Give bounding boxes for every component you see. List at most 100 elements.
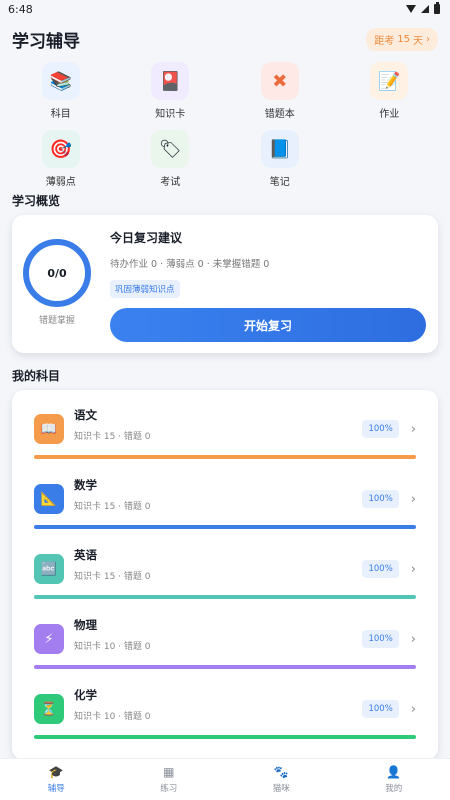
- page-title: 学习辅导: [12, 31, 80, 52]
- signal-icon: [421, 5, 429, 13]
- hourglass-icon: ⏳: [34, 694, 64, 724]
- subject-text: 数学知识卡 15 · 错题 0: [74, 478, 362, 512]
- subject-name: 物理: [74, 617, 97, 632]
- quick-item-5[interactable]: 🏷 考试: [116, 128, 226, 190]
- overview-main: 今日复习建议 待办作业 0 · 薄弱点 0 · 未掌握错题 0 巩固薄弱知识点 …: [110, 229, 426, 353]
- tab-label: 辅导: [47, 784, 65, 794]
- person-icon: 👤: [386, 765, 402, 779]
- header: 学习辅导 距考 15 天 ›: [0, 18, 450, 60]
- subject-name: 化学: [74, 687, 97, 702]
- quick-item-label: 笔记: [269, 177, 290, 188]
- review-summary: 待办作业 0 · 薄弱点 0 · 未掌握错题 0: [110, 259, 270, 270]
- battery-icon: [434, 2, 440, 14]
- mastery-value: 0/0: [47, 266, 67, 280]
- bar-chart-icon: ▦: [163, 765, 175, 779]
- start-review-button[interactable]: 开始复习: [110, 308, 426, 342]
- memo-icon: 📝: [370, 62, 409, 100]
- mastery-label: 错题掌握: [38, 316, 75, 326]
- exam-countdown-badge[interactable]: 距考 15 天 ›: [366, 27, 438, 51]
- tab-label: 练习: [160, 784, 178, 794]
- subject-text: 物理知识卡 10 · 错题 0: [74, 618, 362, 652]
- quick-item-label: 薄弱点: [45, 177, 76, 188]
- quick-item-label: 考试: [160, 177, 181, 188]
- tag-icon: 🏷: [151, 130, 190, 168]
- review-suggestion-title: 今日复习建议: [110, 231, 183, 245]
- quick-item-label: 作业: [379, 109, 400, 120]
- subject-name: 语文: [74, 407, 97, 422]
- tab-1[interactable]: ▦ 练习: [113, 759, 226, 800]
- subject-progress-badge: 100%: [362, 630, 399, 648]
- notebook-icon: 📘: [260, 130, 299, 168]
- tab-2[interactable]: 🐾 猫咪: [225, 759, 338, 800]
- subject-progress-badge: 100%: [362, 560, 399, 578]
- bottom-tab-bar: 🎓 辅导 ▦ 练习 🐾 猫咪 👤 我的: [0, 758, 450, 800]
- tab-0[interactable]: 🎓 辅导: [0, 759, 113, 800]
- flashcard-icon: 🎴: [151, 62, 190, 100]
- subject-row[interactable]: 📐 数学 知识卡 15 · 错题 0 100% ›: [34, 460, 416, 530]
- quick-access-grid: 📚 科目 🎴 知识卡 ✖ 错题本 📝 作业 🎯 薄弱点 🏷 考试 📘 笔记: [0, 60, 450, 190]
- subject-progress-bar: [34, 665, 416, 669]
- tab-3[interactable]: 👤 我的: [338, 759, 450, 800]
- chevron-right-icon: ›: [410, 701, 416, 717]
- quick-item-label: 知识卡: [155, 109, 186, 120]
- subject-meta: 知识卡 10 · 错题 0: [74, 711, 151, 722]
- chevron-right-icon: ›: [410, 631, 416, 647]
- subject-progress-bar: [34, 735, 416, 739]
- subjects-card: 📖 语文 知识卡 15 · 错题 0 100% › 📐 数学 知识卡 15 · 错题 0 100…: [12, 390, 438, 760]
- quick-item-label: 科目: [50, 109, 71, 120]
- status-time: 6:48: [8, 2, 33, 16]
- chevron-right-icon: ›: [426, 33, 430, 45]
- subject-progress-badge: 100%: [362, 420, 399, 438]
- subject-progress-bar: [34, 455, 416, 459]
- mastery-ring-wrap: 0/0 错题掌握: [22, 229, 92, 353]
- status-icons: [406, 2, 440, 14]
- subject-meta: 知识卡 15 · 错题 0: [74, 501, 151, 512]
- subject-progress-bar: [34, 525, 416, 529]
- exam-prefix: 距考: [374, 35, 395, 47]
- subject-meta: 知识卡 15 · 错题 0: [74, 431, 151, 442]
- target-icon: 🎯: [41, 130, 80, 168]
- subject-text: 语文知识卡 15 · 错题 0: [74, 408, 362, 442]
- chevron-right-icon: ›: [410, 421, 416, 437]
- lightning-icon: ⚡: [34, 624, 64, 654]
- open-book-icon: 📖: [34, 414, 64, 444]
- quick-item-3[interactable]: 📝 作业: [335, 60, 445, 122]
- subjects-section-title: 我的科目: [12, 369, 61, 383]
- mastery-ring: 0/0: [23, 239, 91, 307]
- chevron-right-icon: ›: [410, 491, 416, 507]
- subject-meta: 知识卡 10 · 错题 0: [74, 641, 151, 652]
- graduation-cap-icon: 🎓: [48, 765, 64, 779]
- quick-item-0[interactable]: 📚 科目: [6, 60, 116, 122]
- quick-item-label: 错题本: [264, 109, 295, 120]
- books-icon: 📚: [41, 62, 80, 100]
- ruler-triangle-icon: 📐: [34, 484, 64, 514]
- chevron-right-icon: ›: [410, 561, 416, 577]
- overview-card: 0/0 错题掌握 今日复习建议 待办作业 0 · 薄弱点 0 · 未掌握错题 0…: [12, 215, 438, 353]
- quick-item-4[interactable]: 🎯 薄弱点: [6, 128, 116, 190]
- tab-label: 我的: [385, 784, 403, 794]
- subject-meta: 知识卡 15 · 错题 0: [74, 571, 151, 582]
- subject-text: 英语知识卡 15 · 错题 0: [74, 548, 362, 582]
- cross-icon: ✖: [260, 62, 299, 100]
- focus-tag[interactable]: 巩固薄弱知识点: [110, 280, 180, 298]
- subject-row[interactable]: 🔤 英语 知识卡 15 · 错题 0 100% ›: [34, 530, 416, 600]
- abc-blocks-icon: 🔤: [34, 554, 64, 584]
- tab-label: 猫咪: [272, 784, 290, 794]
- wifi-icon: [406, 5, 416, 13]
- quick-item-2[interactable]: ✖ 错题本: [225, 60, 335, 122]
- overview-section-title: 学习概览: [12, 194, 61, 208]
- subject-text: 化学知识卡 10 · 错题 0: [74, 688, 362, 722]
- status-bar: 6:48: [0, 0, 450, 18]
- subject-progress-badge: 100%: [362, 490, 399, 508]
- subject-row[interactable]: 📖 语文 知识卡 15 · 错题 0 100% ›: [34, 390, 416, 460]
- subject-name: 数学: [74, 477, 97, 492]
- subject-name: 英语: [74, 547, 97, 562]
- quick-item-1[interactable]: 🎴 知识卡: [116, 60, 226, 122]
- subject-progress-bar: [34, 595, 416, 599]
- subject-row[interactable]: ⚡ 物理 知识卡 10 · 错题 0 100% ›: [34, 600, 416, 670]
- quick-item-6[interactable]: 📘 笔记: [225, 128, 335, 190]
- exam-days: 15: [397, 33, 410, 45]
- subject-row[interactable]: ⏳ 化学 知识卡 10 · 错题 0 100% ›: [34, 670, 416, 740]
- paw-icon: 🐾: [273, 765, 289, 779]
- exam-unit: 天: [413, 35, 423, 47]
